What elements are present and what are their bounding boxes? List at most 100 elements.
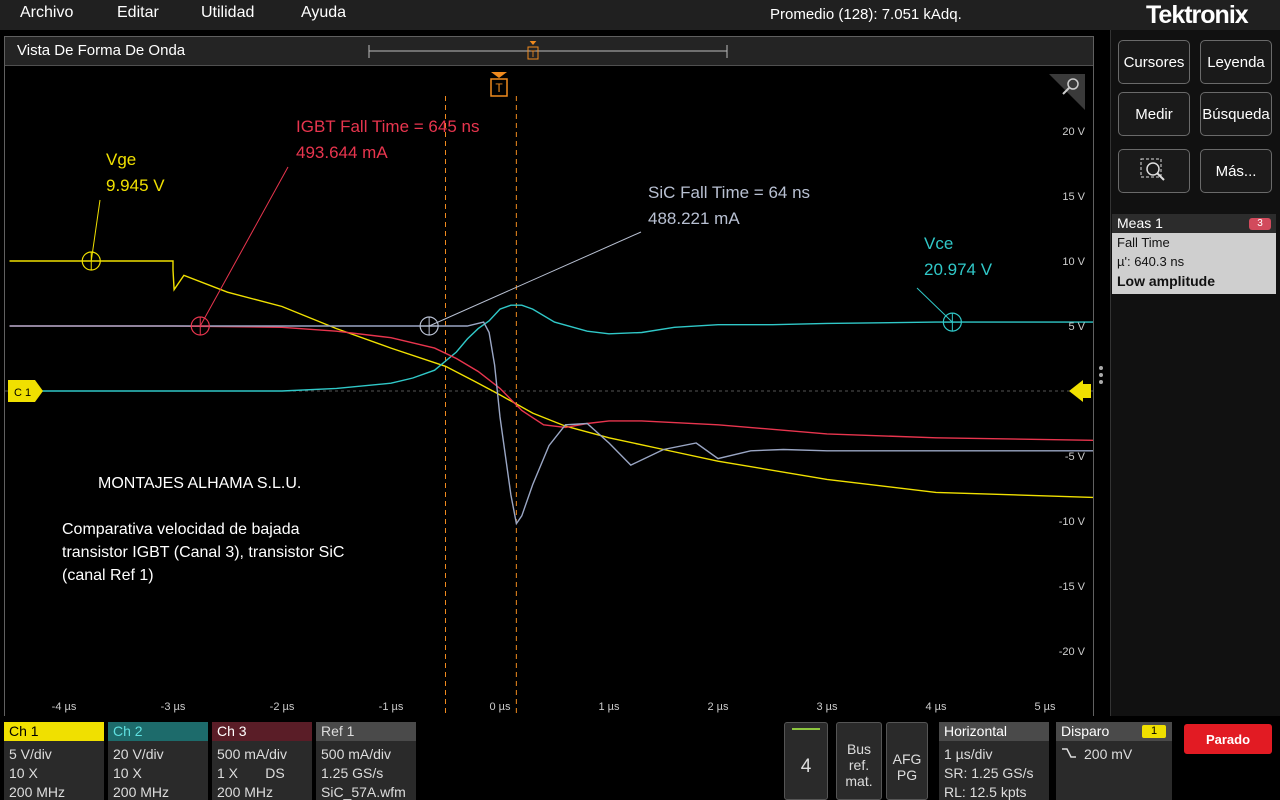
measurement-mean: µ': 640.3 ns — [1117, 254, 1185, 269]
ref-1-sample-rate: 1.25 GS/s — [321, 765, 384, 781]
channel-3-title: Ch 3 — [212, 722, 312, 741]
annotation-leader-3 — [428, 231, 642, 327]
annotation-leaders — [81, 166, 962, 336]
vge-value: 9.945 V — [106, 176, 165, 195]
math-indicator — [792, 728, 820, 730]
ref-label: ref. — [848, 757, 870, 773]
trace-1 — [9, 260, 1093, 499]
note-line-1: Comparativa velocidad de bajada — [62, 521, 300, 538]
menu-archivo[interactable]: Archivo — [20, 4, 73, 22]
horizontal-scale: 1 µs/div — [944, 746, 993, 762]
x-tick-label: -4 µs — [52, 701, 77, 713]
measurement-count-badge: 3 — [1249, 218, 1271, 230]
bus-ref-math-button[interactable]: Bus ref. mat. — [836, 722, 882, 800]
trace-3 — [9, 325, 1093, 441]
menu-editar[interactable]: Editar — [117, 4, 159, 22]
zoom-button[interactable] — [1118, 149, 1190, 193]
waveform-view: Vista De Forma De Onda T 20 V 15 V 10 V 5 V… — [4, 36, 1094, 718]
note-line-2: transistor IGBT (Canal 3), transistor Si… — [62, 544, 344, 561]
channel-1-badge[interactable]: Ch 1 5 V/div 10 X 200 MHz — [4, 722, 104, 800]
x-tick-label: -2 µs — [270, 701, 295, 713]
svg-text:T: T — [530, 49, 536, 59]
waveform-plot[interactable]: 20 V 15 V 10 V 5 V -5 V -10 V -15 V -20 V -4 µs… — [5, 66, 1093, 717]
trace-2 — [9, 304, 1093, 392]
horizontal-record-length: RL: 12.5 kpts — [944, 784, 1027, 800]
company-note: MONTAJES ALHAMA S.L.U. — [98, 475, 301, 492]
sic-fall-time-label: SiC Fall Time = 64 ns — [648, 183, 810, 202]
igbt-current-value: 493.644 mA — [296, 143, 388, 162]
ref-1-scale: 500 mA/div — [321, 746, 392, 762]
trigger-source-badge: 1 — [1142, 725, 1166, 738]
channel-3-probe: 1 X DS — [217, 765, 285, 781]
legend-button[interactable]: Leyenda — [1200, 40, 1272, 84]
channel-2-badge[interactable]: Ch 2 20 V/div 10 X 200 MHz — [108, 722, 208, 800]
x-tick-label: -1 µs — [379, 701, 404, 713]
waveform-title-bar: Vista De Forma De Onda T — [5, 37, 1093, 66]
x-tick-label: 2 µs — [707, 701, 729, 713]
channel1-offset-marker[interactable]: C 1 — [8, 380, 43, 402]
y-tick-label: 15 V — [1062, 191, 1085, 203]
trigger-level-marker[interactable] — [1069, 380, 1091, 402]
run-stop-button[interactable]: Parado — [1184, 724, 1272, 754]
afg-button[interactable]: AFG PG — [886, 722, 928, 800]
zoom-select-icon — [1140, 158, 1165, 181]
measurement-type: Fall Time — [1117, 235, 1170, 250]
x-tick-label: 3 µs — [816, 701, 838, 713]
svg-text:C 1: C 1 — [14, 387, 31, 399]
igbt-fall-time-label: IGBT Fall Time = 645 ns — [296, 117, 479, 136]
channel-2-title: Ch 2 — [108, 722, 208, 741]
trace-4 — [9, 321, 1093, 526]
vge-label: Vge — [106, 150, 136, 169]
falling-edge-icon — [1062, 748, 1076, 758]
annotation-leader-2 — [199, 166, 289, 327]
sic-current-value: 488.221 mA — [648, 209, 740, 228]
vce-value: 20.974 V — [924, 260, 993, 279]
x-tick-label: 1 µs — [598, 701, 620, 713]
x-tick-label: 0 µs — [489, 701, 511, 713]
trigger-badge[interactable]: Disparo 1 200 mV — [1056, 722, 1172, 800]
record-overview[interactable]: T — [365, 41, 735, 63]
measurement-badge[interactable]: Meas 1 3 Fall Time µ': 640.3 ns Low ampl… — [1112, 214, 1276, 294]
channel-1-title: Ch 1 — [4, 722, 104, 741]
vce-label: Vce — [924, 234, 953, 253]
ref-1-badge[interactable]: Ref 1 500 mA/div 1.25 GS/s SiC_57A.wfm — [316, 722, 416, 800]
horizontal-badge[interactable]: Horizontal 1 µs/div SR: 1.25 GS/s RL: 12… — [939, 722, 1049, 800]
channel-1-probe: 10 X — [9, 765, 38, 781]
overview-trigger-icon: T — [527, 41, 539, 60]
math-button[interactable]: 4 — [784, 722, 828, 800]
y-tick-label: -10 V — [1059, 516, 1086, 528]
channel-3-scale: 500 mA/div — [217, 746, 288, 762]
channel-3-badge[interactable]: Ch 3 500 mA/div 1 X DS 200 MHz — [212, 722, 312, 800]
search-button[interactable]: Búsqueda — [1200, 92, 1272, 136]
measurement-header: Meas 1 3 — [1112, 214, 1276, 233]
note-line-3: (canal Ref 1) — [62, 567, 154, 584]
x-tick-label: 5 µs — [1034, 701, 1056, 713]
menu-utilidad[interactable]: Utilidad — [201, 4, 254, 22]
math-button-label: 4 — [800, 756, 812, 777]
annotation-leader-4 — [916, 287, 953, 323]
y-tick-label: -15 V — [1059, 581, 1086, 593]
panel-splitter[interactable] — [1099, 366, 1103, 386]
horizontal-sample-rate: SR: 1.25 GS/s — [944, 765, 1034, 781]
y-tick-label: -5 V — [1065, 451, 1086, 463]
afg-label: AFG — [892, 751, 922, 767]
cursor-lines — [445, 96, 517, 717]
cursors-button[interactable]: Cursores — [1118, 40, 1190, 84]
math-label: mat. — [845, 773, 873, 789]
trigger-position-marker[interactable]: T — [490, 72, 508, 97]
y-tick-label: 20 V — [1062, 126, 1085, 138]
measurement-status: Low amplitude — [1117, 273, 1215, 289]
waveform-title: Vista De Forma De Onda — [17, 42, 186, 59]
svg-text:T: T — [495, 81, 503, 95]
pg-label: PG — [896, 767, 918, 783]
zoom-icon[interactable] — [1049, 74, 1085, 110]
channel-2-bandwidth: 200 MHz — [113, 784, 170, 800]
ref-1-title: Ref 1 — [316, 722, 416, 741]
brand-logo: Tektronix — [1146, 1, 1249, 29]
trigger-level: 200 mV — [1084, 746, 1133, 762]
menu-ayuda[interactable]: Ayuda — [301, 4, 346, 22]
measure-button[interactable]: Medir — [1118, 92, 1190, 136]
channel-2-scale: 20 V/div — [113, 746, 164, 762]
more-button[interactable]: Más... — [1200, 149, 1272, 193]
channel-3-bandwidth: 200 MHz — [217, 784, 274, 800]
